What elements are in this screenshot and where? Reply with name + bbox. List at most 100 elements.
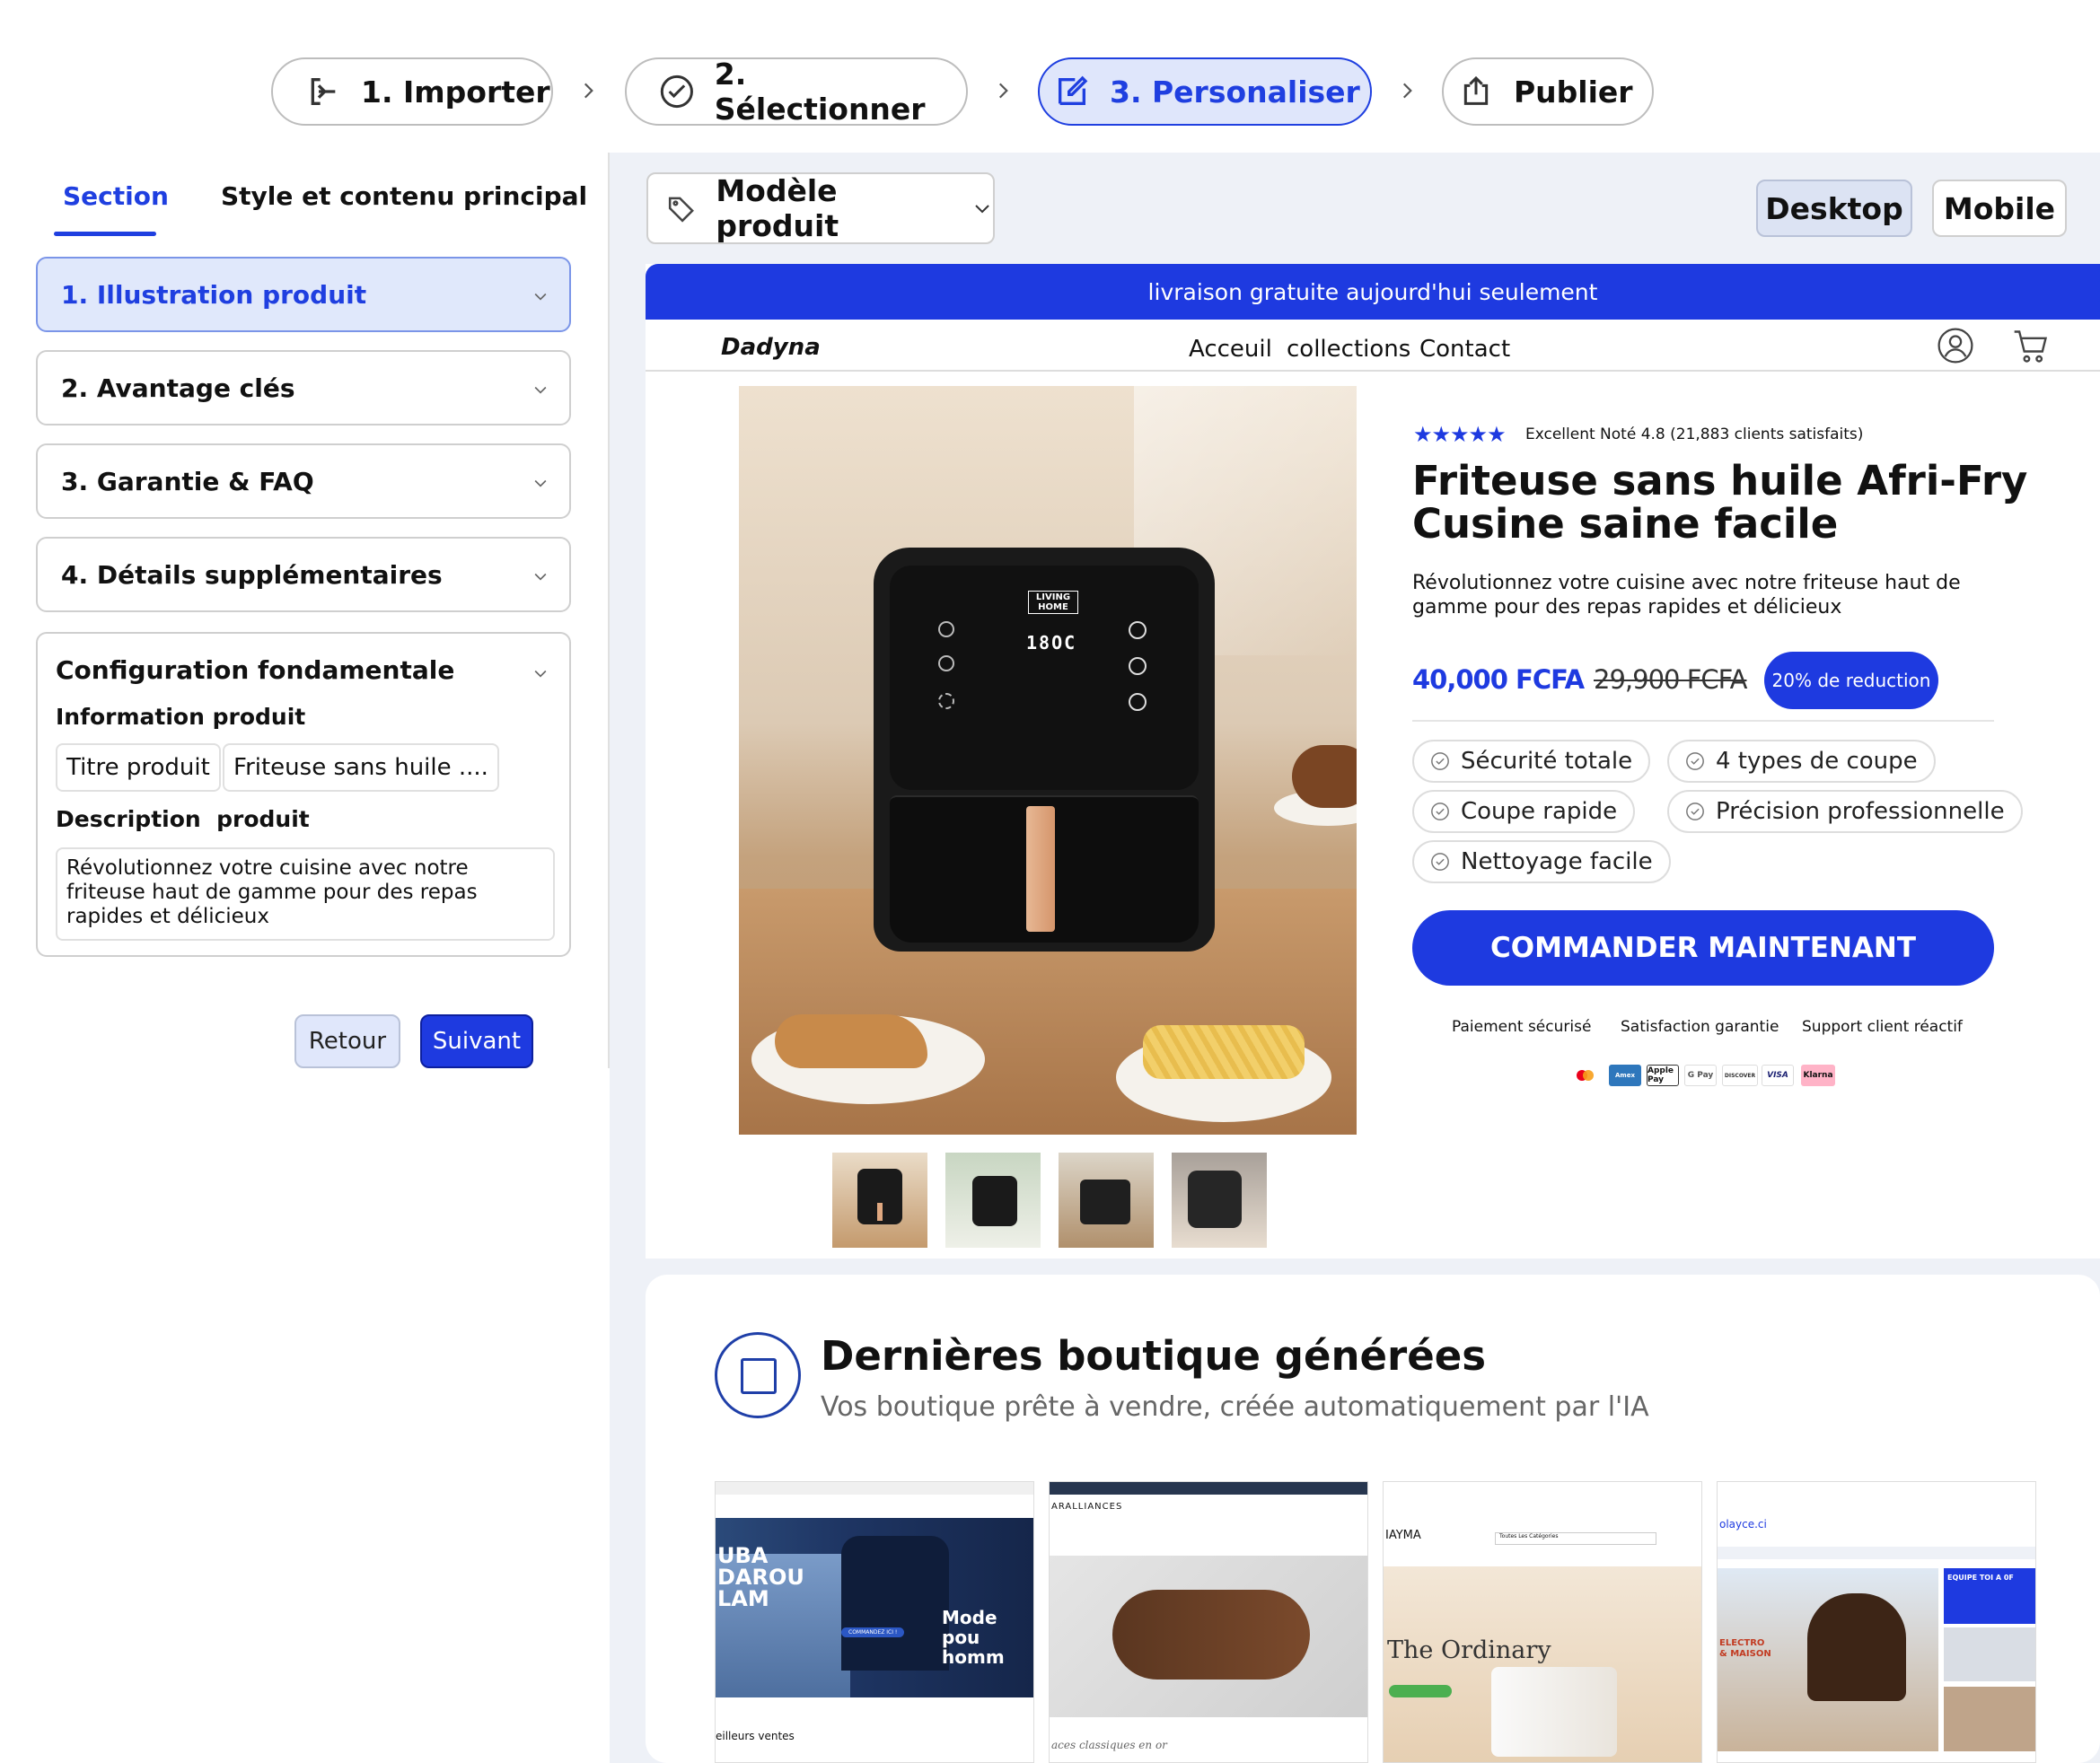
trust-support: Support client réactif <box>1802 1018 1963 1036</box>
shop-hero-hands <box>1112 1590 1310 1680</box>
airfryer-button-left <box>938 655 954 671</box>
config-panel: Configuration fondamentale Information p… <box>36 632 571 957</box>
step-label: 1. Importer <box>361 74 550 110</box>
check-circle-icon <box>1686 803 1704 820</box>
mc-yellow <box>1583 1070 1594 1081</box>
step-import[interactable]: 1. Importer <box>271 57 553 126</box>
product-main-image: LIVING HOME 18OC <box>739 386 1357 1135</box>
product-thumbnail[interactable] <box>945 1153 1041 1248</box>
shop-footer-text: aces classiques en or <box>1051 1739 1167 1751</box>
template-select[interactable]: Modèle produit <box>646 172 995 244</box>
nav-link-collections[interactable]: collections <box>1287 336 1410 363</box>
shop-product-bottles <box>1491 1667 1617 1757</box>
price-divider <box>1412 720 1994 722</box>
cart-icon[interactable] <box>2010 327 2052 366</box>
step-label: 2. Sélectionner <box>714 57 926 127</box>
feature-label: Coupe rapide <box>1461 798 1618 825</box>
check-circle-icon <box>1686 752 1704 770</box>
step-select[interactable]: 2. Sélectionner <box>625 57 968 127</box>
feature-chip: Précision professionnelle <box>1667 790 2023 833</box>
chevron-down-icon <box>534 479 547 487</box>
feature-chip: 4 types de coupe <box>1667 740 1936 783</box>
announcement-banner: livraison gratuite aujourd'hui seulement <box>646 264 2100 320</box>
desc-textarea[interactable]: Révolutionnez votre cuisine avec notre f… <box>56 847 555 941</box>
payment-discover-icon: DISCOVER <box>1722 1065 1758 1086</box>
next-button[interactable]: Suivant <box>420 1014 533 1068</box>
payment-amex-icon: Amex <box>1609 1065 1641 1086</box>
airfryer-brand: LIVING HOME <box>1028 591 1078 614</box>
shop-side-image <box>1944 1687 2035 1751</box>
feature-label: Nettoyage facile <box>1461 848 1653 875</box>
shop-brand: olayce.ci <box>1719 1518 1767 1531</box>
chevron-down-icon <box>534 573 547 581</box>
payment-mastercard-icon <box>1571 1065 1602 1086</box>
info-label: Information produit <box>56 704 306 730</box>
title-field-label: Titre produit <box>56 743 221 792</box>
airfryer-handle <box>1026 806 1055 932</box>
tab-section[interactable]: Section <box>63 181 169 211</box>
section-label: 1. Illustration produit <box>61 279 367 310</box>
trust-satisfaction: Satisfaction garantie <box>1621 1018 1779 1036</box>
discount-badge: 20% de reduction <box>1764 652 1938 709</box>
section-label: 4. Détails supplémentaires <box>61 559 443 590</box>
shop-preview-card[interactable]: olayce.ci ELECTRO & MAISON EQUIPE TOI A … <box>1717 1481 2036 1763</box>
chevron-down-icon <box>534 293 547 301</box>
fries <box>1143 1025 1305 1079</box>
order-now-button[interactable]: COMMANDER MAINTENANT <box>1412 910 1994 986</box>
back-button[interactable]: Retour <box>294 1014 400 1068</box>
airfryer-button-left <box>938 693 954 709</box>
feature-label: 4 types de coupe <box>1716 748 1918 775</box>
airfryer-button-minus <box>1129 657 1147 675</box>
shop-navbar <box>1718 1547 2035 1559</box>
product-title-line2: Cusine saine facile <box>1412 500 1839 548</box>
shop-headline: UBA DAROU LAM <box>717 1543 804 1611</box>
view-mobile-button[interactable]: Mobile <box>1932 180 2067 237</box>
feature-label: Précision professionnelle <box>1716 798 2005 825</box>
shop-icon-circle <box>715 1332 801 1418</box>
chevron-right-icon <box>998 83 1008 99</box>
account-icon[interactable] <box>1937 327 1974 364</box>
shop-brand: ARALLIANCES <box>1051 1502 1123 1512</box>
shop-search: Toutes Les Catégories <box>1495 1532 1656 1545</box>
section-advantages[interactable]: 2. Avantage clés <box>36 350 571 425</box>
tab-style[interactable]: Style et contenu principal <box>221 181 587 211</box>
section-label: 2. Avantage clés <box>61 373 295 403</box>
rating-text: Excellent Noté 4.8 (21,883 clients satis… <box>1525 425 1864 443</box>
view-desktop-button[interactable]: Desktop <box>1756 180 1912 237</box>
check-circle-icon <box>1431 853 1449 871</box>
section-illustration[interactable]: 1. Illustration produit <box>36 257 571 332</box>
section-label: 3. Garantie & FAQ <box>61 466 314 496</box>
feature-chip: Nettoyage facile <box>1412 840 1671 883</box>
feature-chip: Coupe rapide <box>1412 790 1636 833</box>
shop-preview-card[interactable]: ARALLIANCES aces classiques en or <box>1049 1481 1368 1763</box>
store-brand[interactable]: Dadyna <box>721 334 821 361</box>
product-price: 40,000 FCFA <box>1412 664 1585 695</box>
nav-link-home[interactable]: Acceuil <box>1189 336 1272 363</box>
square-icon <box>741 1358 777 1394</box>
airfryer-display: 18OC <box>1026 632 1077 653</box>
shop-category: ELECTRO & MAISON <box>1719 1638 1771 1659</box>
roast <box>1292 745 1357 808</box>
shop-preview-card[interactable]: UBA DAROU LAM Mode pou homm COMMANDEZ IC… <box>715 1481 1034 1763</box>
section-guarantee-faq[interactable]: 3. Garantie & FAQ <box>36 443 571 519</box>
store-preview: livraison gratuite aujourd'hui seulement… <box>646 264 2100 1259</box>
chevron-down-icon[interactable] <box>532 664 549 682</box>
step-label: Publier <box>1514 74 1633 110</box>
product-thumbnail[interactable] <box>1059 1153 1154 1248</box>
chevron-down-icon <box>534 386 547 394</box>
product-thumbnail[interactable] <box>1172 1153 1267 1248</box>
shop-cta: COMMANDEZ ICI ! <box>841 1627 905 1637</box>
step-publish[interactable]: Publier <box>1442 57 1654 126</box>
title-field-input[interactable]: Friteuse sans huile .... <box>223 743 499 792</box>
shop-preview-card[interactable]: IAYMA Toutes Les Catégories The Ordinary <box>1383 1481 1702 1763</box>
tab-active-indicator <box>54 232 156 236</box>
shop-headline: The Ordinary <box>1387 1636 1551 1664</box>
nav-link-contact[interactable]: Contact <box>1419 336 1510 363</box>
section-details[interactable]: 4. Détails supplémentaires <box>36 537 571 612</box>
product-thumbnail[interactable] <box>832 1153 927 1248</box>
shop-topbar <box>1050 1482 1367 1495</box>
step-customize[interactable]: 3. Personaliser <box>1038 57 1372 126</box>
chevron-right-icon <box>584 83 593 99</box>
import-icon <box>311 78 336 105</box>
shop-topbar <box>716 1482 1033 1495</box>
